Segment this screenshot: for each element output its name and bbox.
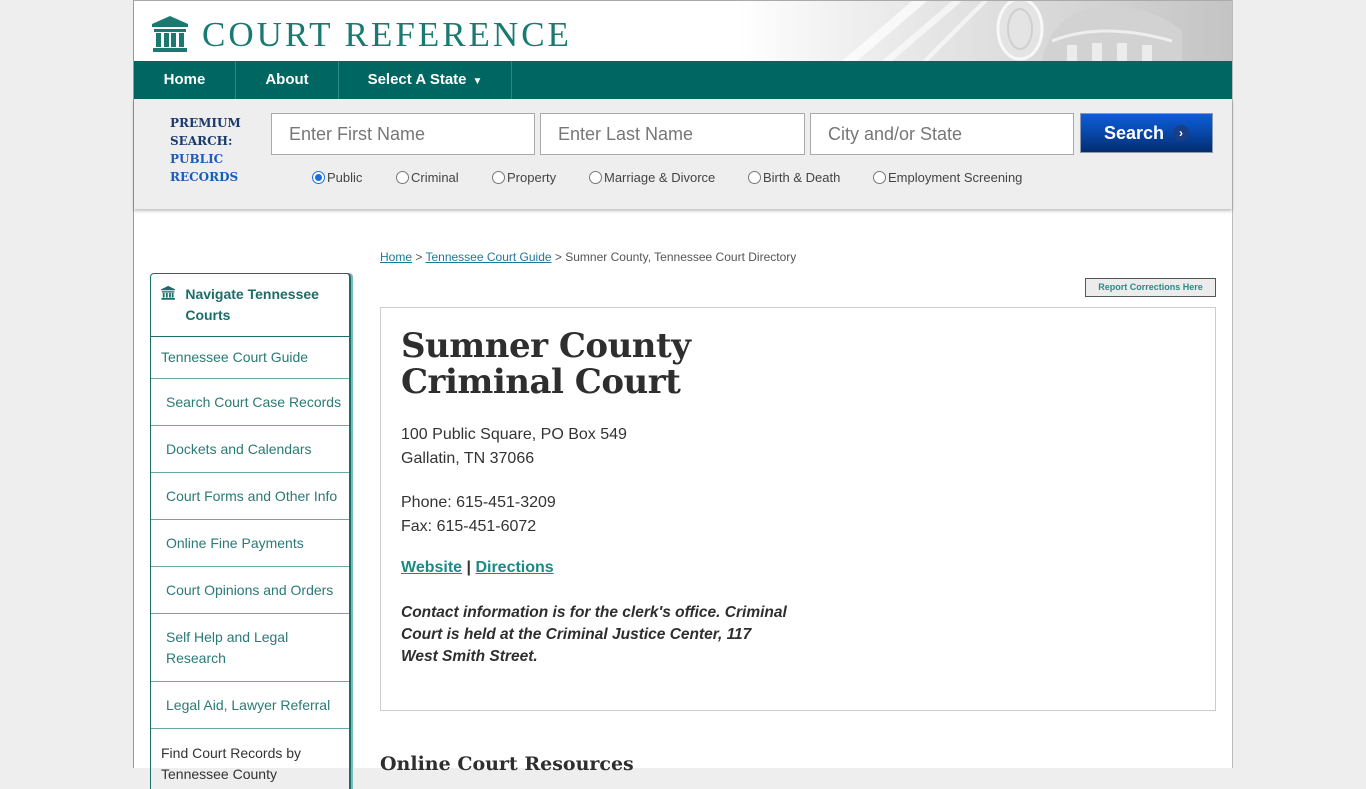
breadcrumb-separator: > [551, 250, 566, 264]
court-title-line2: Criminal Court [401, 362, 681, 402]
radio-employment-screening[interactable]: Employment Screening [873, 170, 1022, 185]
sidebar-item-self-help[interactable]: Self Help and Legal Research [151, 614, 349, 682]
radio-dot[interactable] [396, 171, 409, 184]
radio-label: Birth & Death [763, 170, 841, 185]
premium-search-bar: PREMIUM SEARCH: PUBLIC RECORDS Search › … [134, 99, 1232, 209]
premium-label-line3: PUBLIC [170, 152, 224, 166]
site-logo-text: COURT REFERENCE [202, 14, 572, 54]
radio-label: Property [507, 170, 557, 185]
chevron-right-icon: › [1173, 125, 1190, 141]
nav-select-state-label: Select A State [367, 71, 467, 88]
last-name-input[interactable] [540, 113, 805, 155]
site-header: COURT REFERENCE [134, 1, 1232, 61]
premium-label-line4: RECORDS [170, 170, 239, 184]
nav-home[interactable]: Home [134, 61, 236, 99]
breadcrumb-current: Sumner County, Tennessee Court Directory [565, 250, 797, 264]
nav-select-state[interactable]: Select A State ▼ [339, 61, 512, 99]
sidebar-item-records-by-county[interactable]: Find Court Records by Tennessee County [151, 729, 349, 789]
caret-down-icon: ▼ [472, 76, 483, 87]
city-state-input[interactable] [810, 113, 1074, 155]
radio-dot[interactable] [492, 171, 505, 184]
breadcrumb-tennessee-court-guide[interactable]: Tennessee Court Guide [425, 250, 551, 264]
radio-birth-death[interactable]: Birth & Death [748, 170, 840, 185]
report-corrections-button[interactable]: Report Corrections Here [1085, 278, 1216, 297]
nav-about[interactable]: About [236, 61, 339, 99]
court-fax: Fax: 615-451-6072 [401, 518, 537, 535]
court-contact: Phone: 615-451-3209 Fax: 615-451-6072 [401, 491, 556, 539]
sidebar-header: Navigate Tennessee Courts [151, 274, 349, 337]
radio-marriage-divorce[interactable]: Marriage & Divorce [589, 170, 715, 185]
sidebar-item-dockets-calendars[interactable]: Dockets and Calendars [151, 426, 349, 473]
court-phone: Phone: 615-451-3209 [401, 494, 556, 511]
radio-dot[interactable] [589, 171, 602, 184]
sidebar-nav: Navigate Tennessee Courts Tennessee Cour… [150, 273, 351, 789]
radio-label: Public [327, 170, 363, 185]
breadcrumb-home[interactable]: Home [380, 250, 412, 264]
directions-link[interactable]: Directions [475, 559, 553, 576]
website-link[interactable]: Website [401, 559, 462, 576]
courthouse-icon [152, 16, 188, 52]
address-line1: 100 Public Square, PO Box 549 [401, 426, 627, 443]
sidebar-title: Navigate Tennessee Courts [185, 286, 319, 323]
search-button[interactable]: Search › [1080, 113, 1213, 153]
court-info-card: Sumner County Criminal Court 100 Public … [380, 307, 1216, 711]
court-links: Website | Directions [401, 559, 554, 577]
breadcrumb-separator: > [412, 250, 426, 264]
premium-search-label: PREMIUM SEARCH: PUBLIC RECORDS [170, 114, 241, 186]
search-button-label: Search [1103, 122, 1165, 143]
sidebar-item-online-fine-payments[interactable]: Online Fine Payments [151, 520, 349, 567]
premium-label-line2: SEARCH: [170, 134, 233, 148]
page: COURT REFERENCE Home About Select A Stat… [133, 0, 1233, 789]
court-title-line1: Sumner County [401, 326, 691, 366]
site-logo[interactable]: COURT REFERENCE [150, 15, 572, 53]
radio-property[interactable]: Property [492, 170, 556, 185]
sidebar-item-court-opinions[interactable]: Court Opinions and Orders [151, 567, 349, 614]
radio-label: Marriage & Divorce [604, 170, 716, 185]
header-column-image [802, 1, 1232, 61]
courthouse-icon [161, 285, 176, 300]
radio-dot[interactable] [748, 171, 761, 184]
court-title: Sumner County Criminal Court [401, 328, 691, 400]
premium-label-line1: PREMIUM [170, 116, 241, 130]
breadcrumb: Home > Tennessee Court Guide > Sumner Co… [380, 250, 796, 264]
address-line2: Gallatin, TN 37066 [401, 450, 535, 467]
first-name-input[interactable] [271, 113, 535, 155]
sidebar-item-court-guide[interactable]: Tennessee Court Guide [151, 337, 349, 379]
radio-dot[interactable] [312, 171, 325, 184]
radio-public[interactable]: Public [312, 170, 362, 185]
sidebar-item-label: Self Help and Legal Research [166, 628, 289, 666]
radio-label: Employment Screening [888, 170, 1023, 185]
radio-label: Criminal [411, 170, 459, 185]
radio-dot[interactable] [873, 171, 886, 184]
sidebar-item-court-forms[interactable]: Court Forms and Other Info [151, 473, 349, 520]
radio-criminal[interactable]: Criminal [396, 170, 459, 185]
sidebar-item-legal-aid[interactable]: Legal Aid, Lawyer Referral [151, 682, 349, 729]
court-address: 100 Public Square, PO Box 549 Gallatin, … [401, 423, 627, 471]
sidebar-item-search-case-records[interactable]: Search Court Case Records [151, 379, 349, 426]
court-note: Contact information is for the clerk's o… [401, 604, 787, 665]
online-court-resources-heading: Online Court Resources [380, 753, 634, 775]
main-nav: Home About Select A State ▼ [134, 61, 1232, 99]
link-separator: | [462, 559, 476, 576]
